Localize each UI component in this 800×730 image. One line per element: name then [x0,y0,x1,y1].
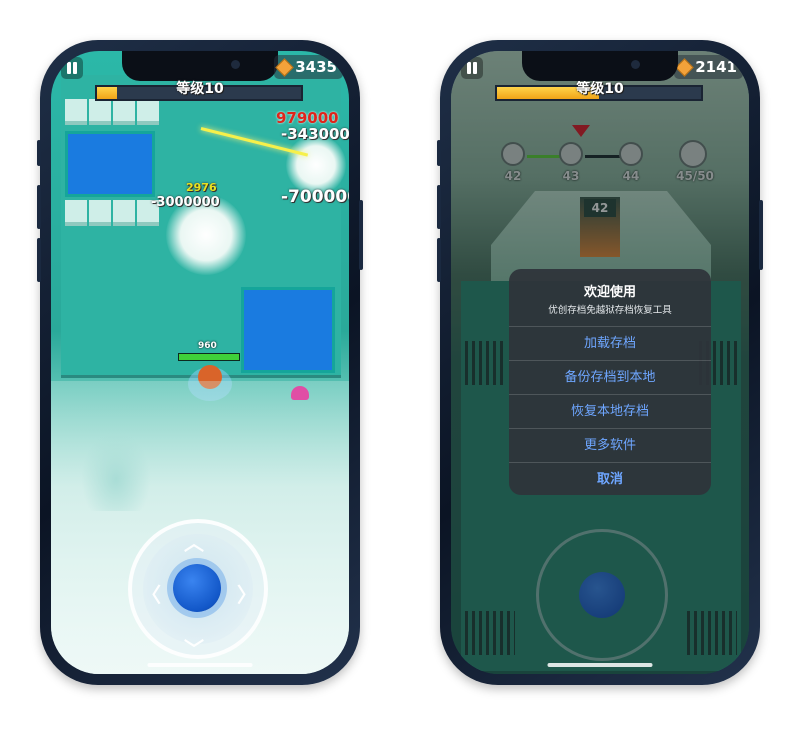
game-screen-right: 42 42 43 44 45/50 等级10 2141 欢迎使用 优创存档免越狱… [451,51,749,674]
volume-down-button [437,238,441,282]
gem-count: 3435 [295,58,337,76]
gem-icon [675,57,694,77]
pause-icon[interactable] [61,57,83,79]
restore-save-button[interactable]: 恢复本地存档 [509,394,711,428]
damage-number: -7000000 [281,187,349,207]
phone-right: 42 42 43 44 45/50 等级10 2141 欢迎使用 优创存档免越狱… [437,40,763,685]
damage-number: 2976 [186,181,217,194]
chevron-down-icon: ﹀ [184,637,204,661]
game-screen-left: 960 979000 -343000 -3000000 -7000000 297… [51,51,349,674]
notch [122,51,278,81]
gem-counter: 3435 [274,55,343,79]
wall-mid [65,200,159,226]
volume-up-button [37,185,41,229]
chevron-up-icon: ︿ [184,531,204,555]
frozen-tree [81,431,151,511]
chevron-left-icon: 〈 [141,583,161,607]
power-button [359,200,363,270]
explosion-burst [286,135,346,195]
joystick-knob[interactable] [173,564,221,612]
player-hp-bar [178,353,240,361]
gem-counter: 2141 [674,55,743,79]
cancel-button[interactable]: 取消 [509,462,711,495]
notch [522,51,678,81]
more-software-button[interactable]: 更多软件 [509,428,711,462]
damage-number: -343000 [281,125,349,143]
gem-count: 2141 [695,58,737,76]
load-save-button[interactable]: 加载存档 [509,326,711,360]
damage-number: -3000000 [151,195,220,210]
gem-icon [275,57,294,77]
phone-left: 960 979000 -343000 -3000000 -7000000 297… [37,40,363,685]
save-tool-dialog: 欢迎使用 优创存档免越狱存档恢复工具 加载存档 备份存档到本地 恢复本地存档 更… [509,269,711,495]
water-pool [241,287,335,373]
level-label: 等级10 [176,81,224,97]
wall-top [65,99,159,125]
dialog-title: 欢迎使用 [583,285,636,300]
backup-save-button[interactable]: 备份存档到本地 [509,360,711,394]
camera-icon [231,60,240,69]
dialog-subtitle: 优创存档免越狱存档恢复工具 [548,305,672,316]
power-button [759,200,763,270]
home-indicator[interactable] [547,663,653,667]
mute-switch [437,140,441,166]
camera-icon [631,60,640,69]
pause-icon[interactable] [461,57,483,79]
player-hp-text: 960 [198,341,217,351]
home-indicator[interactable] [147,663,253,667]
mute-switch [37,140,41,166]
water-pool [65,131,155,197]
level-label: 等级10 [576,81,624,97]
chevron-right-icon: 〉 [237,583,257,607]
mushroom-enemy [291,386,309,400]
volume-down-button [37,238,41,282]
volume-up-button [437,185,441,229]
